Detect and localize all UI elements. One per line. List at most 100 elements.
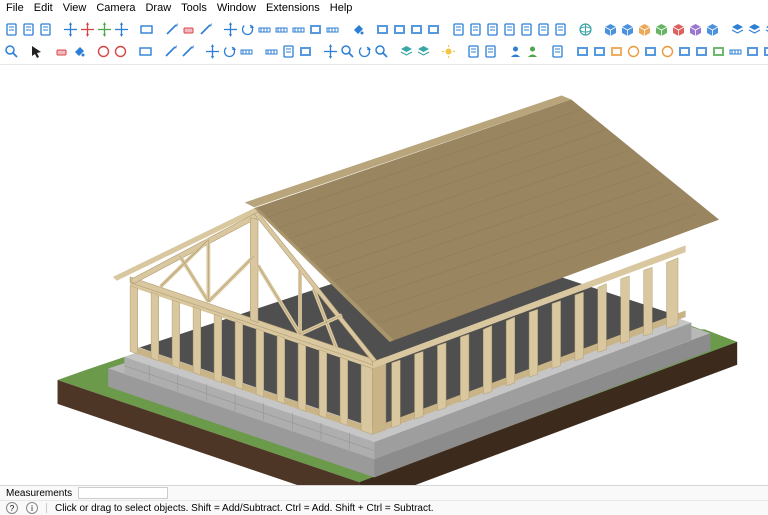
slab-tool[interactable] (643, 42, 658, 60)
doc-edit[interactable] (281, 42, 296, 60)
doc-b[interactable] (485, 20, 500, 38)
offset-tool[interactable] (198, 20, 213, 38)
shadow-3[interactable] (409, 20, 424, 38)
menu-edit[interactable]: Edit (34, 2, 53, 14)
scale-tool[interactable] (257, 20, 272, 38)
green-axis[interactable] (97, 20, 112, 38)
cube-red[interactable] (671, 20, 686, 38)
red-axis[interactable] (80, 20, 95, 38)
truss-tool[interactable] (694, 42, 709, 60)
blue-axis[interactable] (114, 20, 129, 38)
pan-tool[interactable] (323, 42, 338, 60)
beam-tool[interactable] (609, 42, 624, 60)
framing-tool[interactable] (677, 42, 692, 60)
select-tool[interactable] (29, 42, 44, 60)
menu-draw[interactable]: Draw (145, 2, 171, 14)
open-doc[interactable] (21, 20, 36, 38)
status-bar: Measurements ? i Click or drag to select… (0, 485, 768, 515)
menu-file[interactable]: File (6, 2, 24, 14)
warehouse-icon[interactable] (550, 42, 565, 60)
rotate-tool[interactable] (240, 20, 255, 38)
rotate-2[interactable] (222, 42, 237, 60)
tape-tool[interactable] (274, 20, 289, 38)
paint-2[interactable] (71, 42, 86, 60)
eraser-tool[interactable] (181, 20, 196, 38)
dimension-tool[interactable] (325, 20, 340, 38)
menu-window[interactable]: Window (217, 2, 256, 14)
menu-extensions[interactable]: Extensions (266, 2, 320, 14)
info-button[interactable]: i (26, 502, 38, 514)
rectangle-tool[interactable] (139, 20, 154, 38)
cube-purple[interactable] (688, 20, 703, 38)
corner-post (373, 357, 386, 434)
sun-icon[interactable] (441, 42, 456, 60)
new-doc[interactable] (4, 20, 19, 38)
measurements-input[interactable] (78, 487, 168, 499)
cladding-tool[interactable] (711, 42, 726, 60)
zoom-extents[interactable] (374, 42, 389, 60)
text-tool[interactable] (308, 20, 323, 38)
scale-2[interactable] (239, 42, 254, 60)
move-crosshair[interactable] (223, 20, 238, 38)
floor-tool[interactable] (660, 42, 675, 60)
section-tool[interactable] (745, 42, 760, 60)
model-render (0, 65, 768, 485)
wall-tool[interactable] (575, 42, 590, 60)
ruler-tool[interactable] (728, 42, 743, 60)
search-tool[interactable] (4, 42, 19, 60)
toolbar-row-2 (4, 40, 764, 62)
redo[interactable] (113, 42, 128, 60)
doc-d[interactable] (519, 20, 534, 38)
menu-tools[interactable]: Tools (181, 2, 207, 14)
shadow-1[interactable] (375, 20, 390, 38)
iso-view[interactable] (603, 20, 618, 38)
roof-tool[interactable] (626, 42, 641, 60)
move-tool[interactable] (63, 20, 78, 38)
save-doc[interactable] (38, 20, 53, 38)
outliner[interactable] (466, 42, 481, 60)
doc-e[interactable] (536, 20, 551, 38)
menu-help[interactable]: Help (330, 2, 353, 14)
section-plane[interactable] (298, 42, 313, 60)
cube-blue[interactable] (620, 20, 635, 38)
scenes[interactable] (483, 42, 498, 60)
undo[interactable] (96, 42, 111, 60)
pencil[interactable] (180, 42, 195, 60)
doc-a[interactable] (468, 20, 483, 38)
tape-2[interactable] (264, 42, 279, 60)
shadow-4[interactable] (426, 20, 441, 38)
cube-cyan[interactable] (705, 20, 720, 38)
layer-c[interactable] (764, 20, 768, 38)
cube-orange[interactable] (637, 20, 652, 38)
globe-tool[interactable] (578, 20, 593, 38)
menu-bar: File Edit View Camera Draw Tools Window … (0, 0, 768, 16)
column-tool[interactable] (592, 42, 607, 60)
help-button[interactable]: ? (6, 502, 18, 514)
move-2[interactable] (205, 42, 220, 60)
rect-2[interactable] (138, 42, 153, 60)
layers-stack-2[interactable] (416, 42, 431, 60)
zoom-tool[interactable] (340, 42, 355, 60)
paint-bucket[interactable] (350, 20, 365, 38)
protractor[interactable] (291, 20, 306, 38)
layer-b[interactable] (747, 20, 762, 38)
layer-a[interactable] (730, 20, 745, 38)
push-pull[interactable] (163, 42, 178, 60)
copy-doc[interactable] (451, 20, 466, 38)
status-hint: Click or drag to select objects. Shift =… (55, 503, 434, 514)
shadow-2[interactable] (392, 20, 407, 38)
doc-c[interactable] (502, 20, 517, 38)
orbit-tool[interactable] (357, 42, 372, 60)
line-tool[interactable] (164, 20, 179, 38)
menu-camera[interactable]: Camera (96, 2, 135, 14)
view-tool[interactable] (762, 42, 768, 60)
menu-view[interactable]: View (63, 2, 87, 14)
person-icon[interactable] (508, 42, 523, 60)
cube-green[interactable] (654, 20, 669, 38)
eraser-2[interactable] (54, 42, 69, 60)
model-viewport[interactable] (0, 65, 768, 485)
toolbar-row-1 (4, 18, 764, 40)
add-person[interactable] (525, 42, 540, 60)
layers-stack[interactable] (399, 42, 414, 60)
doc-f[interactable] (553, 20, 568, 38)
